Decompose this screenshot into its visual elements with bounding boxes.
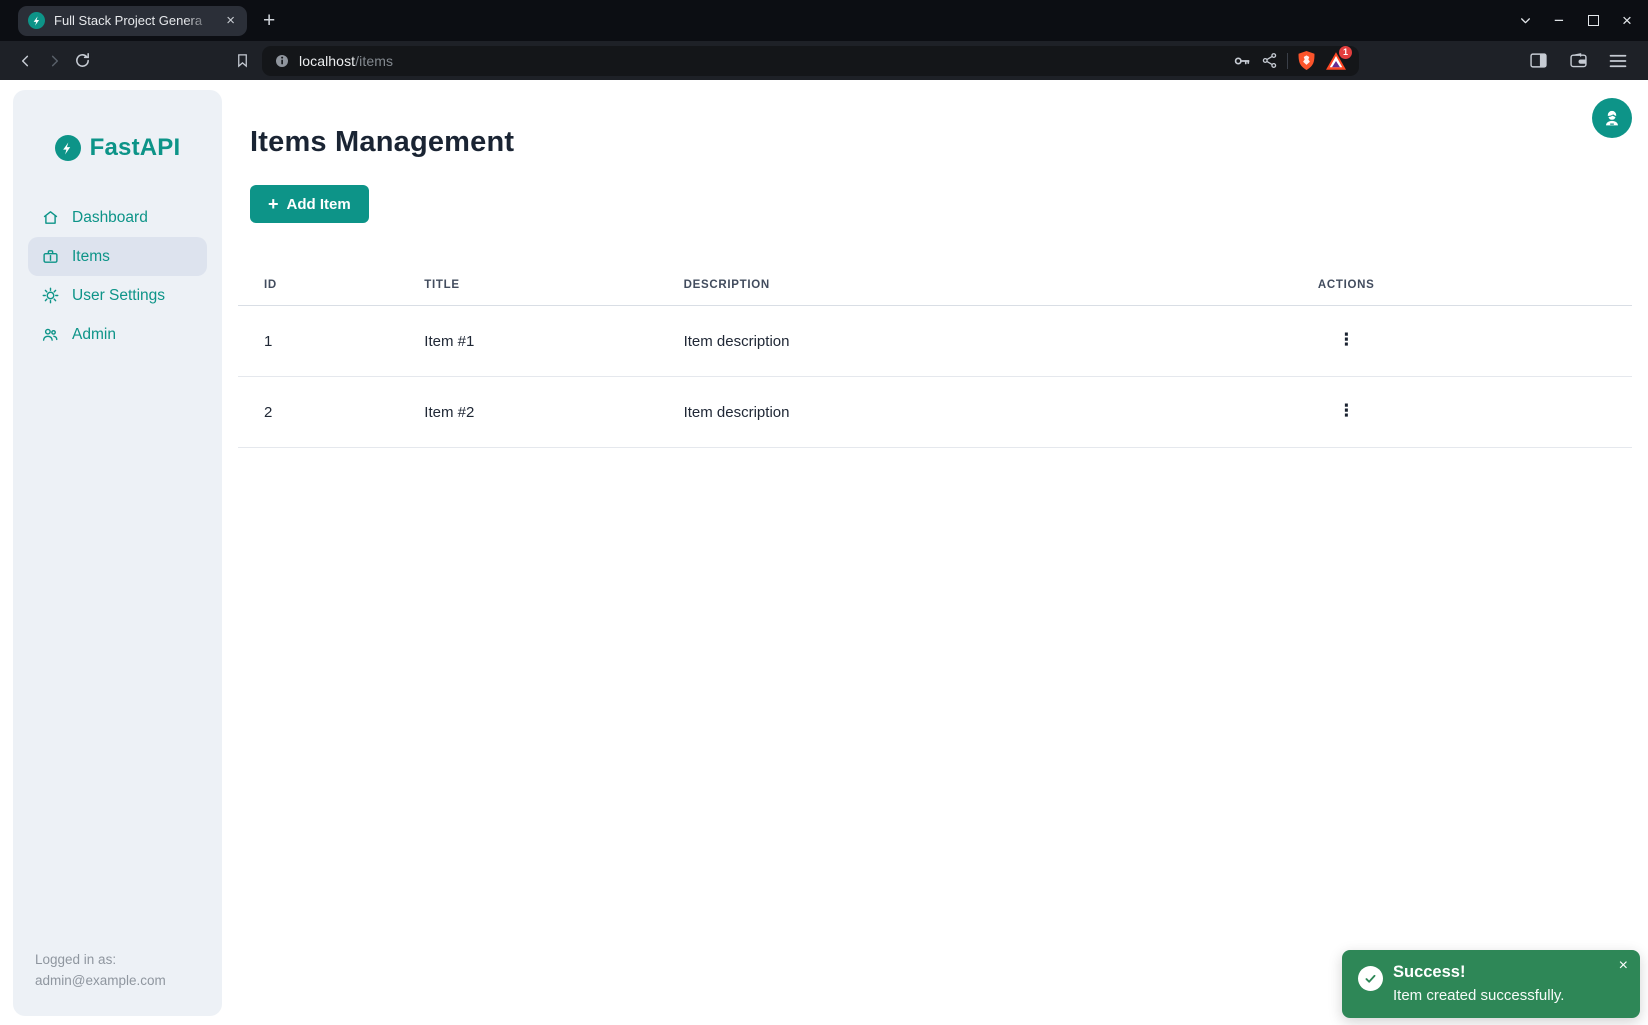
sidebar-item-items[interactable]: Items <box>28 237 207 276</box>
header-id: ID <box>238 263 398 306</box>
users-icon <box>41 326 59 344</box>
bookmark-icon[interactable] <box>228 47 256 75</box>
back-button[interactable] <box>12 47 40 75</box>
brave-rewards-icon[interactable]: 1 <box>1325 50 1347 72</box>
table-header-row: ID TITLE DESCRIPTION ACTIONS <box>238 263 1632 306</box>
logged-in-email: admin@example.com <box>35 970 200 992</box>
fastapi-favicon-icon <box>28 12 45 29</box>
browser-titlebar: Full Stack Project Genera × + − × <box>0 0 1648 41</box>
cell-description: Item description <box>658 306 1292 377</box>
sidebar-item-label: User Settings <box>72 287 165 305</box>
add-item-label: Add Item <box>287 196 351 213</box>
tab-close-icon[interactable]: × <box>222 11 239 30</box>
toolbar-divider <box>1287 53 1288 69</box>
user-avatar-icon <box>1601 107 1623 129</box>
window-controls: − × <box>1518 14 1648 28</box>
brave-shield-icon[interactable] <box>1297 50 1316 71</box>
check-circle-icon <box>1358 966 1383 991</box>
logged-in-label: Logged in as: <box>35 949 200 971</box>
briefcase-icon <box>41 248 59 266</box>
app-page: FastAPI Dashboard Items User Settings <box>0 80 1648 1025</box>
table-row: 2 Item #2 Item description ⋮ <box>238 377 1632 448</box>
browser-toolbar: localhost/items 1 <box>0 41 1648 80</box>
cell-title: Item #1 <box>398 306 657 377</box>
maximize-icon <box>1588 15 1599 26</box>
toolbar-right-group <box>1524 47 1636 75</box>
sidebar-item-label: Admin <box>72 326 116 344</box>
success-toast: Success! Item created successfully. × <box>1342 950 1640 1018</box>
browser-tab[interactable]: Full Stack Project Genera × <box>18 6 247 36</box>
toast-close-button[interactable]: × <box>1619 958 1628 974</box>
logo-text: FastAPI <box>90 134 181 162</box>
header-actions: ACTIONS <box>1292 263 1632 306</box>
cell-title: Item #2 <box>398 377 657 448</box>
row-actions-menu-button[interactable]: ⋮ <box>1332 332 1361 349</box>
table-row: 1 Item #1 Item description ⋮ <box>238 306 1632 377</box>
main-content: Items Management + Add Item ID TITLE DES… <box>222 80 1648 448</box>
logged-in-info: Logged in as: admin@example.com <box>28 949 207 992</box>
sidebar-item-label: Dashboard <box>72 209 148 227</box>
tab-search-chevron-icon[interactable] <box>1518 14 1532 28</box>
header-title: TITLE <box>398 263 657 306</box>
menu-icon[interactable] <box>1604 47 1632 75</box>
home-icon <box>41 209 59 227</box>
maximize-button[interactable] <box>1586 14 1600 28</box>
url-text: localhost/items <box>299 53 393 69</box>
sidebar-item-user-settings[interactable]: User Settings <box>28 276 207 315</box>
sidebar-nav: Dashboard Items User Settings Admin <box>28 198 207 354</box>
toast-message: Item created successfully. <box>1393 987 1564 1004</box>
rewards-badge: 1 <box>1339 46 1352 59</box>
wallet-icon[interactable] <box>1564 47 1592 75</box>
fastapi-bolt-icon <box>55 135 81 161</box>
key-icon[interactable] <box>1232 51 1252 71</box>
side-panel-icon[interactable] <box>1524 47 1552 75</box>
close-window-button[interactable]: × <box>1620 14 1634 28</box>
tab-title-fade <box>185 13 213 28</box>
gear-icon <box>41 287 59 305</box>
fastapi-logo: FastAPI <box>28 134 207 162</box>
cell-id: 2 <box>238 377 398 448</box>
page-title: Items Management <box>250 126 1632 159</box>
sidebar-item-admin[interactable]: Admin <box>28 315 207 354</box>
forward-button[interactable] <box>40 47 68 75</box>
header-description: DESCRIPTION <box>658 263 1292 306</box>
sidebar-item-label: Items <box>72 248 110 266</box>
tab-title: Full Stack Project Genera <box>54 13 213 28</box>
user-avatar-button[interactable] <box>1592 98 1632 138</box>
share-icon[interactable] <box>1261 52 1278 69</box>
new-tab-button[interactable]: + <box>263 10 275 31</box>
items-table: ID TITLE DESCRIPTION ACTIONS 1 Item #1 I… <box>238 263 1632 448</box>
toast-title: Success! <box>1393 963 1564 982</box>
sidebar-item-dashboard[interactable]: Dashboard <box>28 198 207 237</box>
toast-text: Success! Item created successfully. <box>1393 963 1564 1004</box>
kebab-icon: ⋮ <box>1338 401 1355 421</box>
site-info-icon[interactable] <box>274 53 290 69</box>
cell-description: Item description <box>658 377 1292 448</box>
reload-button[interactable] <box>68 47 96 75</box>
cell-id: 1 <box>238 306 398 377</box>
sidebar: FastAPI Dashboard Items User Settings <box>13 90 222 1016</box>
address-bar[interactable]: localhost/items 1 <box>262 46 1359 76</box>
plus-icon: + <box>268 195 279 213</box>
minimize-button[interactable]: − <box>1552 14 1566 28</box>
kebab-icon: ⋮ <box>1338 330 1355 350</box>
row-actions-menu-button[interactable]: ⋮ <box>1332 403 1361 420</box>
add-item-button[interactable]: + Add Item <box>250 185 369 223</box>
